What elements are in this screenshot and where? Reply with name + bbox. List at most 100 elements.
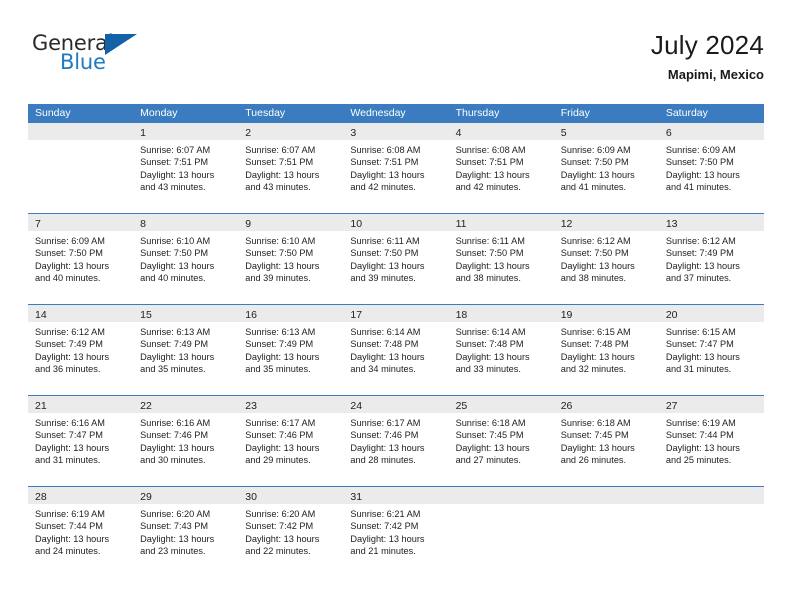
day-number: 26	[560, 400, 573, 412]
sunset-text: Sunset: 7:48 PM	[455, 339, 524, 350]
day-number-bar: 31	[343, 487, 449, 504]
sunset-text: Sunset: 7:50 PM	[560, 248, 629, 259]
day-cell-2[interactable]: 2 Sunrise: 6:07 AM Sunset: 7:51 PM Daylight…	[238, 123, 344, 213]
sunset-text: Sunset: 7:46 PM	[350, 430, 419, 441]
daylight-text-cont: and 36 minutes.	[35, 364, 101, 375]
sunrise-text: Sunrise: 6:17 AM	[245, 418, 316, 428]
daylight-text-cont: and 41 minutes.	[560, 182, 627, 193]
week-row: 21 Sunrise: 6:16 AM Sunset: 7:47 PM Dayligh…	[28, 395, 764, 486]
daylight-text-cont: and 29 minutes.	[245, 455, 311, 466]
sunset-text: Sunset: 7:51 PM	[245, 157, 314, 168]
day-cell-23[interactable]: 23 Sunrise: 6:17 AM Sunset: 7:46 PM Dayligh…	[238, 396, 344, 486]
day-cell-6[interactable]: 6 Sunrise: 6:09 AM Sunset: 7:50 PM Daylight…	[658, 123, 764, 213]
day-cell-20[interactable]: 20 Sunrise: 6:15 AM Sunset: 7:47 PM Dayligh…	[658, 305, 764, 395]
sunrise-text: Sunrise: 6:15 AM	[560, 327, 631, 337]
calendar-grid: Sunday Monday Tuesday Wednesday Thursday Frid…	[28, 104, 764, 577]
day-cell-body	[28, 140, 133, 144]
day-number-bar: 21	[28, 396, 134, 413]
page-header: General Blue July 2024 Mapimi, Mexico	[28, 28, 764, 94]
daylight-text: Daylight: 13 hours	[455, 260, 530, 271]
day-number: 22	[140, 400, 152, 412]
day-cell-12[interactable]: 12 Sunrise: 6:12 AM Sunset: 7:50 PM Dayligh…	[553, 214, 659, 304]
weekday-header-thursday: Thursday	[455, 107, 500, 119]
sunset-text: Sunset: 7:51 PM	[350, 157, 419, 168]
brand-logo[interactable]: General Blue	[32, 32, 182, 88]
daylight-text-cont: and 31 minutes.	[35, 455, 101, 466]
day-cell-14[interactable]: 14 Sunrise: 6:12 AM Sunset: 7:49 PM Dayligh…	[28, 305, 134, 395]
day-cell-10[interactable]: 10 Sunrise: 6:11 AM Sunset: 7:50 PM Dayligh…	[343, 214, 449, 304]
day-cell-16[interactable]: 16 Sunrise: 6:13 AM Sunset: 7:49 PM Dayligh…	[238, 305, 344, 395]
day-cell-25[interactable]: 25 Sunrise: 6:18 AM Sunset: 7:45 PM Dayligh…	[448, 396, 554, 486]
day-cell-empty	[448, 487, 554, 577]
day-cell-body: Sunrise: 6:08 AM Sunset: 7:51 PM Daylight:…	[449, 140, 554, 194]
sunset-text: Sunset: 7:45 PM	[560, 430, 629, 441]
day-cell-28[interactable]: 28 Sunrise: 6:19 AM Sunset: 7:44 PM Dayligh…	[28, 487, 134, 577]
day-cell-body: Sunrise: 6:18 AM Sunset: 7:45 PM Daylight:…	[449, 413, 554, 467]
day-cell-24[interactable]: 24 Sunrise: 6:17 AM Sunset: 7:46 PM Dayligh…	[343, 396, 449, 486]
daylight-text-cont: and 38 minutes.	[560, 273, 627, 284]
day-cell-29[interactable]: 29 Sunrise: 6:20 AM Sunset: 7:43 PM Dayligh…	[133, 487, 239, 577]
day-cell-8[interactable]: 8 Sunrise: 6:10 AM Sunset: 7:50 PM Daylight…	[133, 214, 239, 304]
day-cell-17[interactable]: 17 Sunrise: 6:14 AM Sunset: 7:48 PM Dayligh…	[343, 305, 449, 395]
daylight-text: Daylight: 13 hours	[665, 260, 740, 271]
day-cell-13[interactable]: 13 Sunrise: 6:12 AM Sunset: 7:49 PM Dayligh…	[658, 214, 764, 304]
sunrise-text: Sunrise: 6:07 AM	[245, 145, 316, 155]
day-cell-body: Sunrise: 6:15 AM Sunset: 7:47 PM Daylight:…	[659, 322, 764, 376]
day-number-bar: 16	[238, 305, 344, 322]
day-cell-31[interactable]: 31 Sunrise: 6:21 AM Sunset: 7:42 PM Dayligh…	[343, 487, 449, 577]
sunset-text: Sunset: 7:48 PM	[560, 339, 629, 350]
day-cell-9[interactable]: 9 Sunrise: 6:10 AM Sunset: 7:50 PM Daylight…	[238, 214, 344, 304]
day-number-bar	[448, 487, 554, 504]
sunset-text: Sunset: 7:50 PM	[140, 248, 209, 259]
day-cell-30[interactable]: 30 Sunrise: 6:20 AM Sunset: 7:42 PM Dayligh…	[238, 487, 344, 577]
daylight-text: Daylight: 13 hours	[245, 260, 320, 271]
day-cell-body: Sunrise: 6:17 AM Sunset: 7:46 PM Daylight:…	[238, 413, 343, 467]
day-cell-15[interactable]: 15 Sunrise: 6:13 AM Sunset: 7:49 PM Dayligh…	[133, 305, 239, 395]
day-cell-26[interactable]: 26 Sunrise: 6:18 AM Sunset: 7:45 PM Dayligh…	[553, 396, 659, 486]
sunset-text: Sunset: 7:50 PM	[350, 248, 419, 259]
daylight-text: Daylight: 13 hours	[665, 351, 740, 362]
day-cell-22[interactable]: 22 Sunrise: 6:16 AM Sunset: 7:46 PM Dayligh…	[133, 396, 239, 486]
day-number: 25	[455, 400, 468, 412]
brand-name-blue: Blue	[60, 50, 106, 74]
day-number-bar: 9	[238, 214, 344, 231]
day-number-bar: 30	[238, 487, 344, 504]
day-number-bar: 28	[28, 487, 134, 504]
day-cell-5[interactable]: 5 Sunrise: 6:09 AM Sunset: 7:50 PM Daylight…	[553, 123, 659, 213]
day-cell-3[interactable]: 3 Sunrise: 6:08 AM Sunset: 7:51 PM Daylight…	[343, 123, 449, 213]
daylight-text: Daylight: 13 hours	[140, 169, 215, 180]
day-number-bar: 12	[553, 214, 659, 231]
day-cell-27[interactable]: 27 Sunrise: 6:19 AM Sunset: 7:44 PM Dayligh…	[658, 396, 764, 486]
sunrise-text: Sunrise: 6:08 AM	[455, 145, 526, 155]
day-cell-21[interactable]: 21 Sunrise: 6:16 AM Sunset: 7:47 PM Dayligh…	[28, 396, 134, 486]
sunset-text: Sunset: 7:47 PM	[35, 430, 103, 441]
sunset-text: Sunset: 7:50 PM	[665, 157, 734, 168]
day-cell-body: Sunrise: 6:16 AM Sunset: 7:47 PM Daylight:…	[28, 413, 133, 467]
day-cell-7[interactable]: 7 Sunrise: 6:09 AM Sunset: 7:50 PM Daylight…	[28, 214, 134, 304]
day-cell-19[interactable]: 19 Sunrise: 6:15 AM Sunset: 7:48 PM Dayligh…	[553, 305, 659, 395]
day-cell-body: Sunrise: 6:17 AM Sunset: 7:46 PM Daylight:…	[343, 413, 448, 467]
daylight-text: Daylight: 13 hours	[140, 351, 215, 362]
day-cell-4[interactable]: 4 Sunrise: 6:08 AM Sunset: 7:51 PM Daylight…	[448, 123, 554, 213]
day-number: 21	[35, 400, 47, 412]
day-cell-18[interactable]: 18 Sunrise: 6:14 AM Sunset: 7:48 PM Dayligh…	[448, 305, 554, 395]
brand-triangle-icon	[105, 34, 137, 55]
sunrise-text: Sunrise: 6:11 AM	[455, 236, 525, 246]
day-number: 29	[140, 491, 152, 503]
daylight-text-cont: and 21 minutes.	[350, 546, 416, 557]
weekday-header-friday: Friday	[560, 107, 590, 119]
day-number: 11	[455, 218, 467, 230]
daylight-text: Daylight: 13 hours	[140, 260, 215, 271]
day-cell-body: Sunrise: 6:13 AM Sunset: 7:49 PM Daylight:…	[133, 322, 238, 376]
day-number: 28	[35, 491, 47, 503]
daylight-text: Daylight: 13 hours	[350, 260, 425, 271]
day-cell-1[interactable]: 1 Sunrise: 6:07 AM Sunset: 7:51 PM Daylight…	[133, 123, 239, 213]
sunrise-text: Sunrise: 6:10 AM	[140, 236, 211, 246]
day-number-bar: 5	[553, 123, 659, 140]
daylight-text-cont: and 32 minutes.	[560, 364, 627, 375]
day-cell-11[interactable]: 11 Sunrise: 6:11 AM Sunset: 7:50 PM Dayligh…	[448, 214, 554, 304]
sunrise-text: Sunrise: 6:10 AM	[245, 236, 316, 246]
sunrise-text: Sunrise: 6:19 AM	[35, 509, 105, 519]
sunrise-text: Sunrise: 6:12 AM	[665, 236, 736, 246]
weekday-header-saturday: Saturday	[665, 107, 708, 119]
